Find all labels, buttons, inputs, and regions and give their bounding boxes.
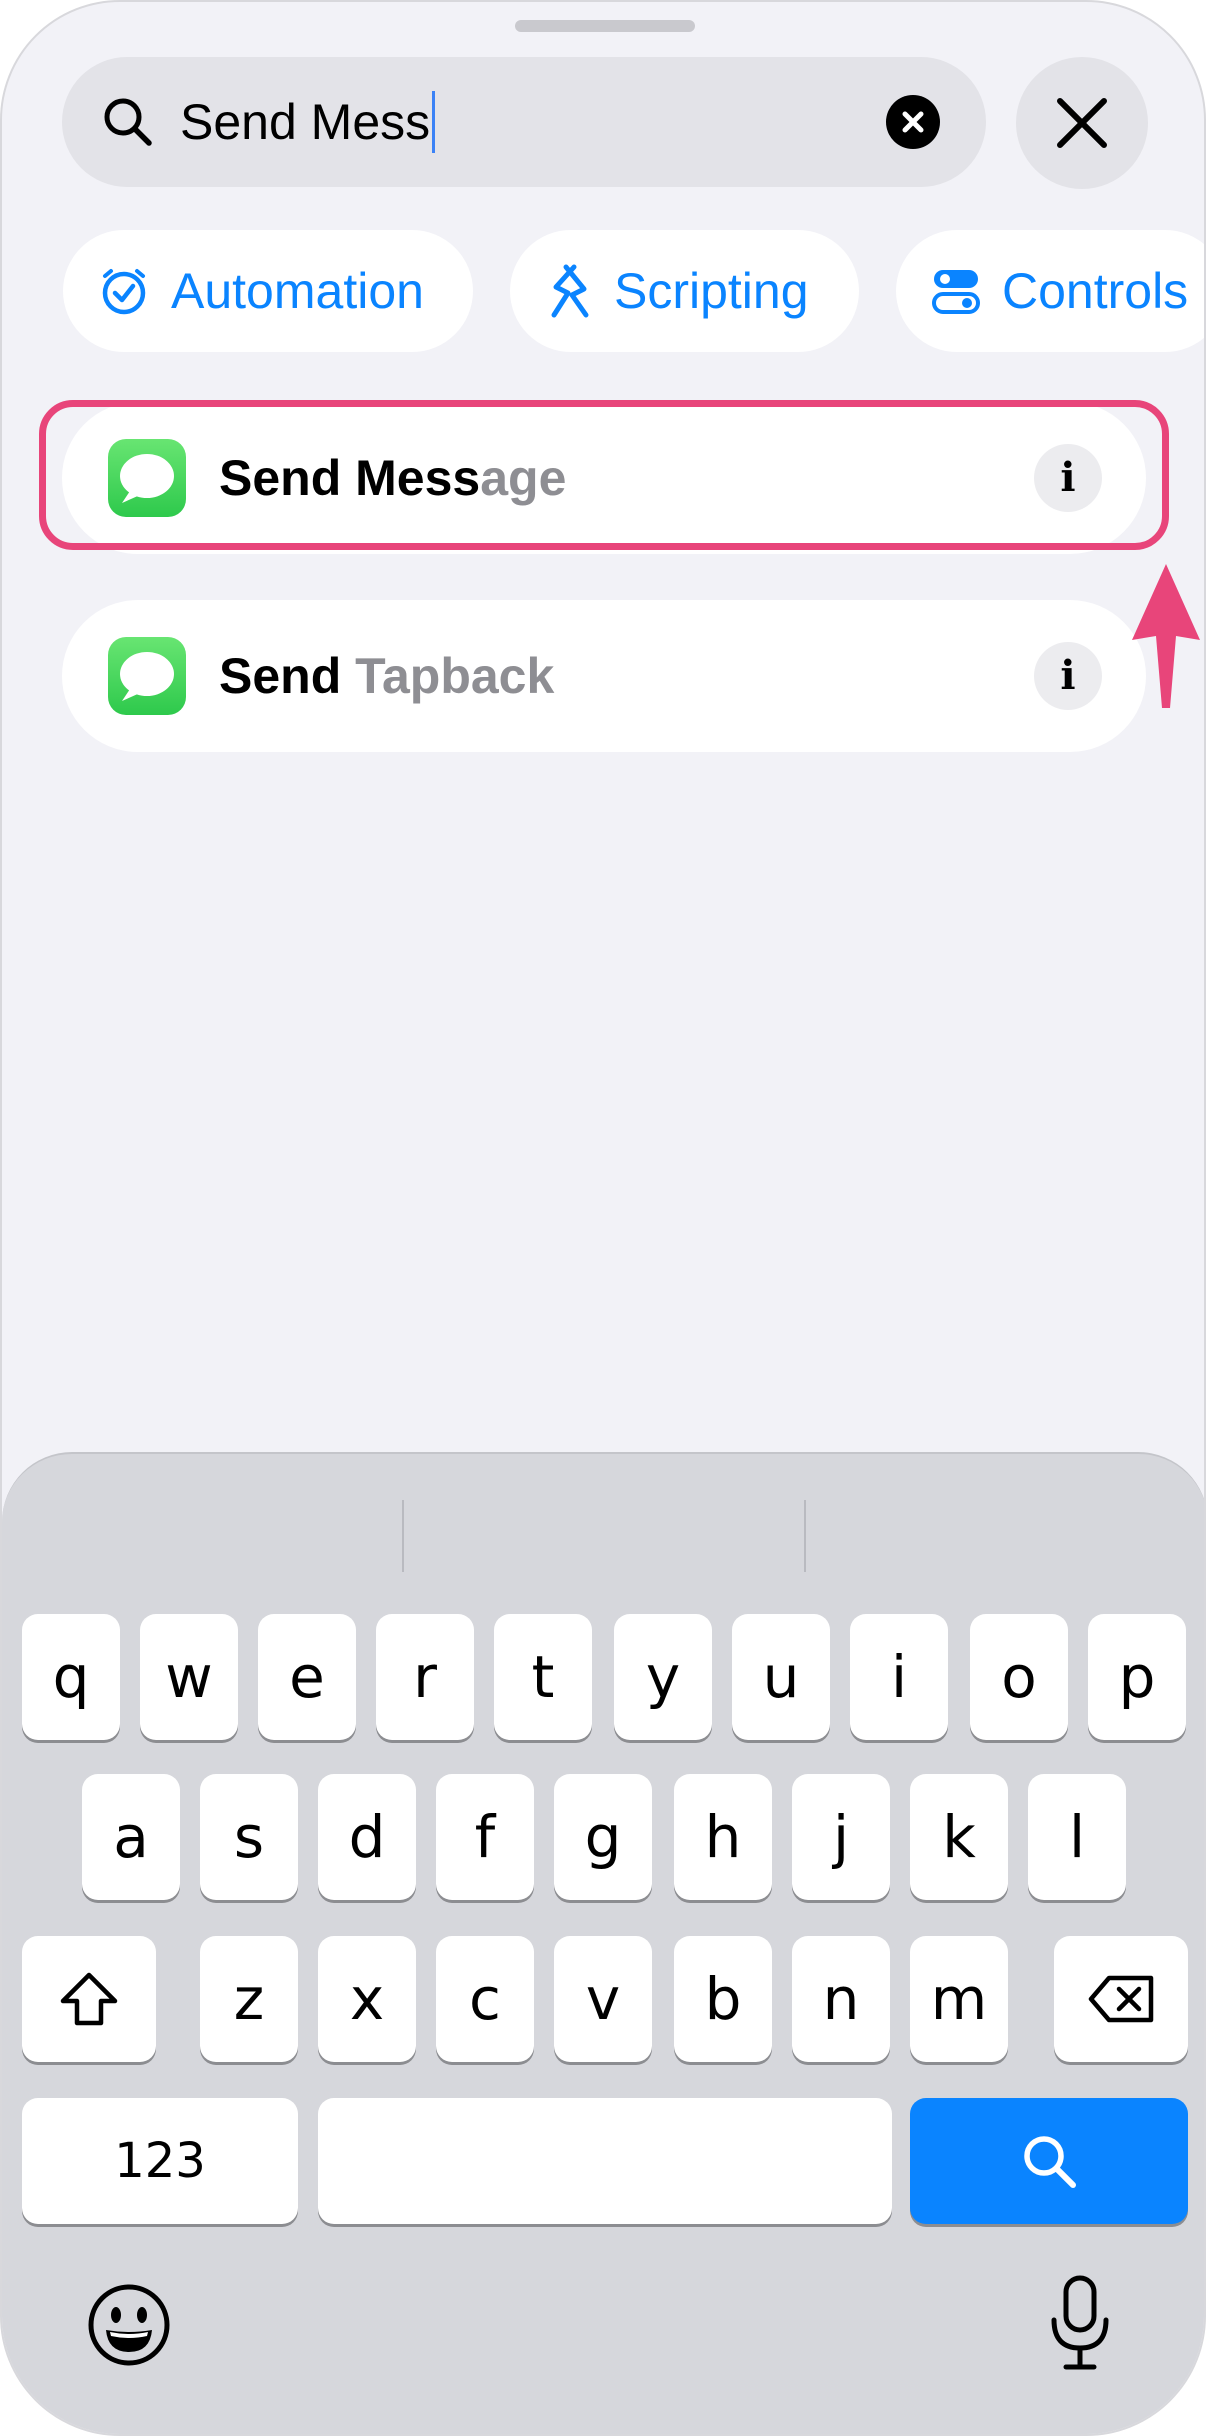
search-key[interactable] — [910, 2098, 1188, 2224]
microphone-icon[interactable] — [1044, 2274, 1116, 2374]
key-r[interactable]: r — [376, 1614, 474, 1740]
search-icon — [104, 98, 152, 146]
key-x[interactable]: x — [318, 1936, 416, 2062]
chip-automation[interactable]: Automation — [63, 230, 473, 352]
key-c[interactable]: c — [436, 1936, 534, 2062]
clear-search-button[interactable] — [886, 95, 940, 149]
numbers-key[interactable]: 123 — [22, 2098, 298, 2224]
key-t[interactable]: t — [494, 1614, 592, 1740]
action-search-sheet: Send Mess Automation Scripting Controls … — [0, 0, 1206, 2436]
result-label: Send Tapback — [219, 640, 554, 712]
key-n[interactable]: n — [792, 1936, 890, 2062]
close-icon — [1057, 98, 1107, 148]
scripting-icon — [551, 264, 589, 318]
suggestion-divider — [804, 1500, 806, 1572]
suggestion-divider — [402, 1500, 404, 1572]
space-key[interactable] — [318, 2098, 892, 2224]
key-p[interactable]: p — [1088, 1614, 1186, 1740]
close-button[interactable] — [1016, 57, 1148, 189]
key-v[interactable]: v — [554, 1936, 652, 2062]
messages-icon — [108, 637, 186, 715]
key-f[interactable]: f — [436, 1774, 534, 1900]
info-button[interactable]: i — [1034, 642, 1102, 710]
key-i[interactable]: i — [850, 1614, 948, 1740]
clock-check-icon — [102, 269, 146, 315]
key-d[interactable]: d — [318, 1774, 416, 1900]
emoji-icon[interactable] — [84, 2280, 174, 2370]
key-m[interactable]: m — [910, 1936, 1008, 2062]
search-input[interactable]: Send Mess — [180, 89, 436, 155]
search-icon — [1024, 2136, 1076, 2188]
text-caret — [432, 91, 436, 153]
key-e[interactable]: e — [258, 1614, 356, 1740]
arrow-up-icon — [1132, 564, 1200, 708]
chip-controls[interactable]: Controls — [896, 230, 1204, 352]
chip-label: Scripting — [614, 263, 809, 319]
search-field[interactable]: Send Mess — [62, 57, 986, 187]
highlight-box — [39, 400, 1169, 550]
key-u[interactable]: u — [732, 1614, 830, 1740]
result-match-text: Send — [219, 648, 356, 704]
delete-key[interactable] — [1054, 1936, 1188, 2062]
search-query: Send Mess — [180, 94, 431, 150]
key-b[interactable]: b — [674, 1936, 772, 2062]
key-z[interactable]: z — [200, 1936, 298, 2062]
shift-icon — [60, 1972, 118, 2026]
chip-scripting[interactable]: Scripting — [510, 230, 859, 352]
key-q[interactable]: q — [22, 1614, 120, 1740]
sheet-grabber[interactable] — [515, 20, 695, 32]
clear-icon — [902, 111, 924, 133]
key-k[interactable]: k — [910, 1774, 1008, 1900]
result-send-tapback[interactable]: Send Tapback i — [62, 600, 1146, 752]
chip-label: Automation — [171, 263, 424, 319]
key-s[interactable]: s — [200, 1774, 298, 1900]
delete-icon — [1088, 1975, 1154, 2023]
key-y[interactable]: y — [614, 1614, 712, 1740]
toggles-icon — [932, 270, 980, 314]
key-l[interactable]: l — [1028, 1774, 1126, 1900]
result-rest-text: Tapback — [355, 648, 555, 704]
shift-key[interactable] — [22, 1936, 156, 2062]
key-h[interactable]: h — [674, 1774, 772, 1900]
key-g[interactable]: g — [554, 1774, 652, 1900]
key-o[interactable]: o — [970, 1614, 1068, 1740]
key-j[interactable]: j — [792, 1774, 890, 1900]
keyboard: q w e r t y u i o p a s d f g h j k l z … — [2, 1452, 1204, 2434]
key-w[interactable]: w — [140, 1614, 238, 1740]
chip-label: Controls — [1002, 263, 1189, 319]
key-a[interactable]: a — [82, 1774, 180, 1900]
